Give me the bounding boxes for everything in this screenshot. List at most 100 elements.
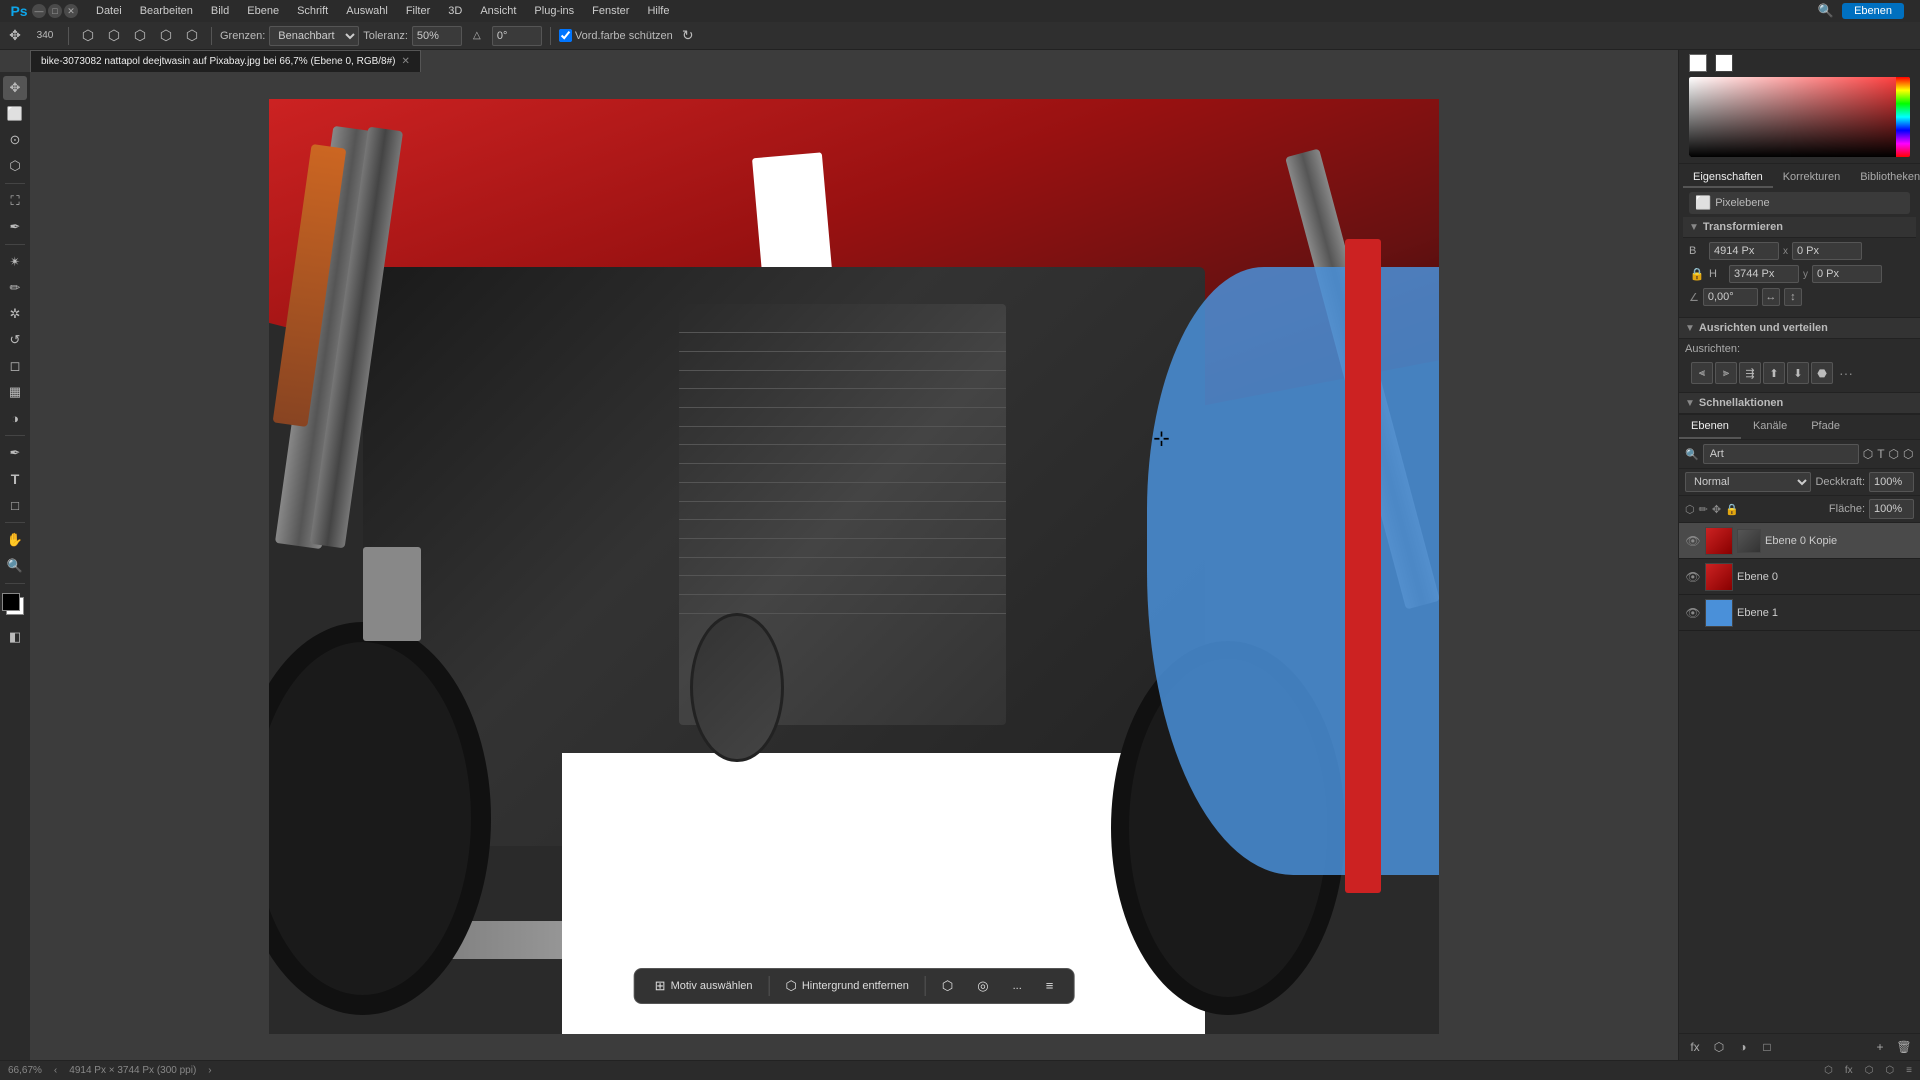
align-left-btn[interactable]: ⫷ [1691,362,1713,384]
align-center-v-btn[interactable]: ⬇ [1787,362,1809,384]
lock-transparent-icon[interactable]: ⬡ [1685,503,1695,516]
menu-ebene[interactable]: Ebene [239,3,287,19]
add-mask-button[interactable]: ⬡ [1709,1037,1729,1057]
document-tab[interactable]: bike-3073082 nattapol deejtwasin auf Pix… [30,50,421,72]
layer-item[interactable]: 👁 Ebene 0 [1679,559,1920,595]
transform-section-header[interactable]: ▼ Transformieren [1683,217,1916,238]
tab-bibliotheken[interactable]: Bibliotheken [1850,168,1920,188]
layer-visibility-2[interactable]: 👁 [1685,605,1701,621]
lock-icon[interactable]: 🔒 [1689,263,1705,285]
layer-action-1[interactable]: ⬡ [1863,444,1873,464]
move-tool-btn[interactable]: ✥ [3,76,27,100]
add-group-button[interactable]: □ [1757,1037,1777,1057]
layers-search-input[interactable] [1703,444,1859,464]
hue-bar[interactable] [1896,77,1910,157]
menu-bild[interactable]: Bild [203,3,237,19]
move-tool[interactable]: ✥ [4,25,26,47]
align-top-btn[interactable]: ⬆ [1763,362,1785,384]
opacity-input[interactable] [1869,472,1914,492]
fg-swatch[interactable] [1689,54,1707,72]
layer-action-4[interactable]: ⬡ [1903,444,1913,464]
eraser-btn[interactable]: ◻ [3,354,27,378]
arrow-right[interactable]: › [208,1065,211,1076]
arrow-left[interactable]: ‹ [54,1065,57,1076]
angle-input-prop[interactable] [1703,288,1758,306]
object-selection-btn[interactable]: ⬡ [3,154,27,178]
lock-all-icon[interactable]: 🔒 [1725,503,1739,516]
tool-icon-3[interactable]: ⬡ [129,25,151,47]
maximize-button[interactable]: □ [48,4,62,18]
layer-item[interactable]: 👁 Ebene 1 [1679,595,1920,631]
align-bottom-btn[interactable]: ⬣ [1811,362,1833,384]
layer-visibility-1[interactable]: 👁 [1685,569,1701,585]
tab-eigenschaften[interactable]: Eigenschaften [1683,168,1773,188]
layer-action-3[interactable]: ⬡ [1889,444,1899,464]
foreground-color[interactable] [2,593,28,619]
bg-swatch[interactable] [1715,54,1733,72]
eyedropper-btn[interactable]: ✒ [3,215,27,239]
menu-schrift[interactable]: Schrift [289,3,336,19]
clone-stamp-btn[interactable]: ✲ [3,302,27,326]
dodge-btn[interactable]: ◑ [3,406,27,430]
fx-button[interactable]: fx [1685,1037,1705,1057]
align-more-btn[interactable]: ··· [1835,362,1857,384]
quick-actions-header[interactable]: ▼ Schnellaktionen [1679,393,1920,414]
lock-brush-icon[interactable]: ✏ [1699,503,1708,516]
tool-icon-2[interactable]: ⬡ [103,25,125,47]
app-icon[interactable]: Ps [8,0,30,22]
layer-item[interactable]: 👁 Ebene 0 Kopie [1679,523,1920,559]
tab-korrekturen[interactable]: Korrekturen [1773,168,1850,188]
align-center-h-btn[interactable]: ⫸ [1715,362,1737,384]
tool-icon-4[interactable]: ⬡ [155,25,177,47]
menu-hilfe[interactable]: Hilfe [639,3,677,19]
shape-btn[interactable]: □ [3,493,27,517]
x-input[interactable] [1792,242,1862,260]
vorderfarbe-label[interactable]: Vord.farbe schützen [559,29,673,42]
y-input[interactable] [1812,265,1882,283]
minimize-button[interactable]: — [32,4,46,18]
more-float-btn[interactable]: ... [1005,977,1030,995]
refresh-icon[interactable]: ↻ [677,25,699,47]
menu-datei[interactable]: Datei [88,3,130,19]
blend-mode-select[interactable]: Normal Multiply Screen [1685,472,1811,492]
crop-btn[interactable]: ⛶ [3,189,27,213]
layer-action-2[interactable]: T [1877,444,1884,464]
history-brush-btn[interactable]: ↺ [3,328,27,352]
menu-3d[interactable]: 3D [440,3,470,19]
gradient-btn[interactable]: ▦ [3,380,27,404]
motiv-button[interactable]: ⊞ Motiv auswählen [647,975,761,997]
add-adjustment-button[interactable]: ◑ [1733,1037,1753,1057]
toleranz-input[interactable] [412,26,462,46]
menu-fenster[interactable]: Fenster [584,3,637,19]
pen-btn[interactable]: ✒ [3,441,27,465]
tab-pfade[interactable]: Pfade [1799,415,1852,439]
spot-healing-btn[interactable]: ✴ [3,250,27,274]
tool-icon-5[interactable]: ⬡ [181,25,203,47]
tab-kanaele[interactable]: Kanäle [1741,415,1799,439]
grenzen-select[interactable]: Benachbart Alle Ebenen [269,26,359,46]
menu-plugins[interactable]: Plug-ins [526,3,582,19]
share-button[interactable]: Ebenen [1842,3,1904,19]
transform-float-btn[interactable]: ⬡ [934,975,961,997]
brush-btn[interactable]: ✏ [3,276,27,300]
menu-auswahl[interactable]: Auswahl [338,3,396,19]
lock-position-icon[interactable]: ✥ [1712,503,1721,516]
menu-bearbeiten[interactable]: Bearbeiten [132,3,201,19]
zoom-btn[interactable]: 🔍 [3,554,27,578]
width-input[interactable] [1709,242,1779,260]
add-layer-button[interactable]: + [1870,1037,1890,1057]
lasso-btn[interactable]: ⊙ [3,128,27,152]
height-input[interactable] [1729,265,1799,283]
filter-float-btn[interactable]: ◎ [969,975,996,997]
flip-v-btn[interactable]: ↕ [1784,288,1802,306]
hintergrund-button[interactable]: ⬡ Hintergrund entfernen [778,975,917,997]
tab-close[interactable]: ✕ [402,56,410,67]
align-right-btn[interactable]: ⇶ [1739,362,1761,384]
color-picker-gradient[interactable] [1689,77,1910,157]
quick-mask-btn[interactable]: ◧ [3,625,27,649]
menu-ansicht[interactable]: Ansicht [472,3,524,19]
delete-layer-button[interactable]: 🗑 [1894,1037,1914,1057]
layer-visibility-0[interactable]: 👁 [1685,533,1701,549]
search-icon[interactable]: 🔍 [1818,3,1834,19]
vorderfarbe-checkbox[interactable] [559,29,572,42]
